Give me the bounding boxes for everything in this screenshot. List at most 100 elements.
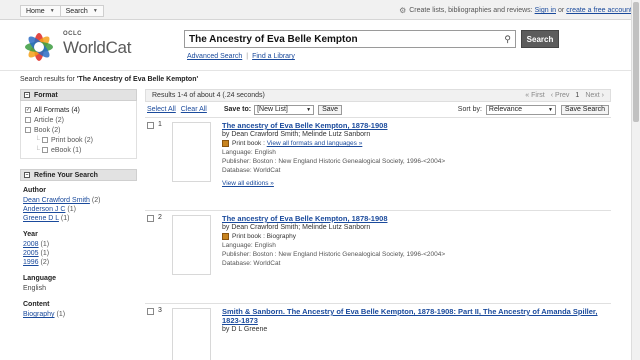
record-format: Print book : Biography bbox=[222, 232, 602, 241]
year-link[interactable]: 2008 bbox=[23, 241, 39, 248]
results-for-prefix: Search results for bbox=[20, 76, 75, 83]
record-checkbox[interactable] bbox=[147, 122, 154, 129]
record-checkbox[interactable] bbox=[147, 308, 154, 315]
nav-search[interactable]: Search ▼ bbox=[61, 6, 103, 16]
facet-count: (1) bbox=[40, 250, 50, 257]
checkbox-icon[interactable] bbox=[25, 127, 31, 133]
refine-title: Refine Your Search bbox=[34, 171, 98, 179]
record-publisher: Publisher: Boston : New England Historic… bbox=[222, 158, 446, 165]
refine-header[interactable]: – Refine Your Search bbox=[20, 169, 137, 181]
nav-home[interactable]: Home ▼ bbox=[21, 6, 61, 16]
create-account-link[interactable]: create a free account bbox=[566, 7, 632, 14]
language-facet: Language English bbox=[23, 275, 134, 293]
record-number: 3 bbox=[158, 307, 162, 314]
cover-thumbnail[interactable] bbox=[172, 215, 211, 275]
chevron-down-icon: ▼ bbox=[547, 106, 553, 113]
author-link[interactable]: Anderson J C bbox=[23, 206, 65, 213]
list-item: 2008 (1) bbox=[23, 240, 134, 249]
results-for-query: 'The Ancestry of Eva Belle Kempton' bbox=[76, 76, 199, 83]
chevron-down-icon[interactable]: ▼ bbox=[93, 8, 98, 14]
save-search-button[interactable]: Save Search bbox=[560, 104, 609, 115]
nav-home-label: Home bbox=[26, 7, 45, 15]
record-title-link[interactable]: The ancestry of Eva Belle Kempton, 1878-… bbox=[222, 214, 388, 223]
checkbox-checked-icon[interactable]: ✓ bbox=[25, 107, 31, 113]
scrollbar-thumb[interactable] bbox=[633, 2, 639, 122]
collapse-icon[interactable]: – bbox=[24, 92, 30, 98]
format-facet-title: Format bbox=[34, 91, 58, 99]
search-box: ⚲ bbox=[184, 30, 516, 48]
sort-select-value: Relevance bbox=[488, 106, 522, 113]
format-text: Print book : Biography bbox=[232, 233, 296, 240]
format-facet-header[interactable]: – Format bbox=[20, 89, 137, 101]
record-title-link[interactable]: The ancestry of Eva Belle Kempton, 1878-… bbox=[222, 121, 388, 130]
record-database: Database: WorldCat bbox=[222, 167, 281, 174]
oclc-logo-icon bbox=[25, 33, 53, 61]
facet-count: (1) bbox=[56, 311, 66, 318]
list-item: Greene D L (1) bbox=[23, 214, 134, 223]
format-label: Print book (2) bbox=[50, 136, 93, 144]
year-facet-title: Year bbox=[23, 231, 38, 238]
record-author: by D L Greene bbox=[222, 326, 268, 333]
facet-count: (2) bbox=[91, 197, 101, 204]
sidebar: – Format ✓ All Formats (4) Article (2) B… bbox=[20, 89, 137, 331]
select-all-link[interactable]: Select All bbox=[147, 106, 176, 113]
record-checkbox[interactable] bbox=[147, 215, 154, 222]
list-item: Biography (1) bbox=[23, 310, 134, 319]
format-all[interactable]: ✓ All Formats (4) bbox=[25, 105, 133, 115]
all-formats-link[interactable]: View all formats and languages » bbox=[267, 140, 363, 147]
find-library-link[interactable]: Find a Library bbox=[252, 53, 295, 60]
format-print-book[interactable]: └ Print book (2) bbox=[25, 135, 133, 145]
checkbox-icon[interactable] bbox=[41, 137, 48, 143]
tree-line-icon: └ bbox=[35, 146, 40, 154]
print-book-icon bbox=[222, 233, 229, 240]
top-nav: Home ▼ Search ▼ bbox=[20, 5, 104, 17]
gear-icon: ⚙ bbox=[399, 6, 407, 15]
all-editions-link[interactable]: View all editions » bbox=[222, 180, 274, 187]
vertical-scrollbar[interactable] bbox=[631, 0, 640, 360]
list-item: 2005 (1) bbox=[23, 249, 134, 258]
year-link[interactable]: 1996 bbox=[23, 259, 39, 266]
save-button[interactable]: Save bbox=[318, 104, 343, 115]
author-link[interactable]: Greene D L bbox=[23, 215, 59, 222]
list-item: 1996 (2) bbox=[23, 258, 134, 267]
content-facet-title: Content bbox=[23, 301, 50, 308]
first-page-link[interactable]: « First bbox=[525, 92, 544, 99]
author-link[interactable]: Dean Crawford Smith bbox=[23, 197, 90, 204]
checkbox-icon[interactable] bbox=[41, 147, 48, 153]
search-input[interactable] bbox=[185, 31, 495, 47]
worldcat-logo[interactable]: OCLC WorldCat bbox=[20, 28, 140, 68]
nav-search-label: Search bbox=[65, 7, 88, 15]
prev-page-link[interactable]: ‹ Prev bbox=[551, 92, 570, 99]
checkbox-icon[interactable] bbox=[25, 117, 31, 123]
content-link[interactable]: Biography bbox=[23, 311, 55, 318]
search-icon[interactable]: ⚲ bbox=[504, 34, 511, 45]
advanced-search-link[interactable]: Advanced Search bbox=[187, 53, 242, 60]
list-select[interactable]: [New List] ▼ bbox=[254, 104, 315, 115]
cover-thumbnail[interactable] bbox=[172, 122, 211, 182]
record-author: by Dean Crawford Smith; Melinde Lutz San… bbox=[222, 224, 371, 231]
sort-by-label: Sort by: bbox=[457, 106, 482, 113]
chevron-down-icon[interactable]: ▼ bbox=[50, 8, 55, 14]
format-book[interactable]: Book (2) bbox=[25, 125, 133, 135]
format-label: All Formats (4) bbox=[34, 106, 80, 114]
sign-in-link[interactable]: Sign in bbox=[535, 7, 556, 14]
collapse-icon[interactable]: – bbox=[24, 172, 30, 178]
format-ebook[interactable]: └ eBook (1) bbox=[25, 145, 133, 155]
search-button[interactable]: Search bbox=[521, 30, 559, 48]
or-text: or bbox=[558, 7, 565, 14]
record-title-link[interactable]: Smith & Sanborn. The Ancestry of Eva Bel… bbox=[222, 307, 598, 325]
sort-select[interactable]: Relevance ▼ bbox=[485, 104, 556, 115]
chevron-down-icon: ▼ bbox=[306, 106, 312, 113]
format-label: Book (2) bbox=[34, 126, 61, 134]
divider bbox=[0, 70, 640, 71]
cover-thumbnail[interactable] bbox=[172, 308, 211, 360]
next-page-link[interactable]: Next › bbox=[585, 92, 604, 99]
format-article[interactable]: Article (2) bbox=[25, 115, 133, 125]
facet-count: (1) bbox=[60, 215, 70, 222]
results-toolbar: Select All Clear All Save to: [New List]… bbox=[145, 102, 611, 117]
search-sublinks: Advanced Search | Find a Library bbox=[187, 53, 295, 60]
record-publisher: Publisher: Boston : New England Historic… bbox=[222, 251, 446, 258]
record-info: The ancestry of Eva Belle Kempton, 1878-… bbox=[222, 214, 602, 268]
year-link[interactable]: 2005 bbox=[23, 250, 39, 257]
clear-all-link[interactable]: Clear All bbox=[181, 106, 207, 113]
